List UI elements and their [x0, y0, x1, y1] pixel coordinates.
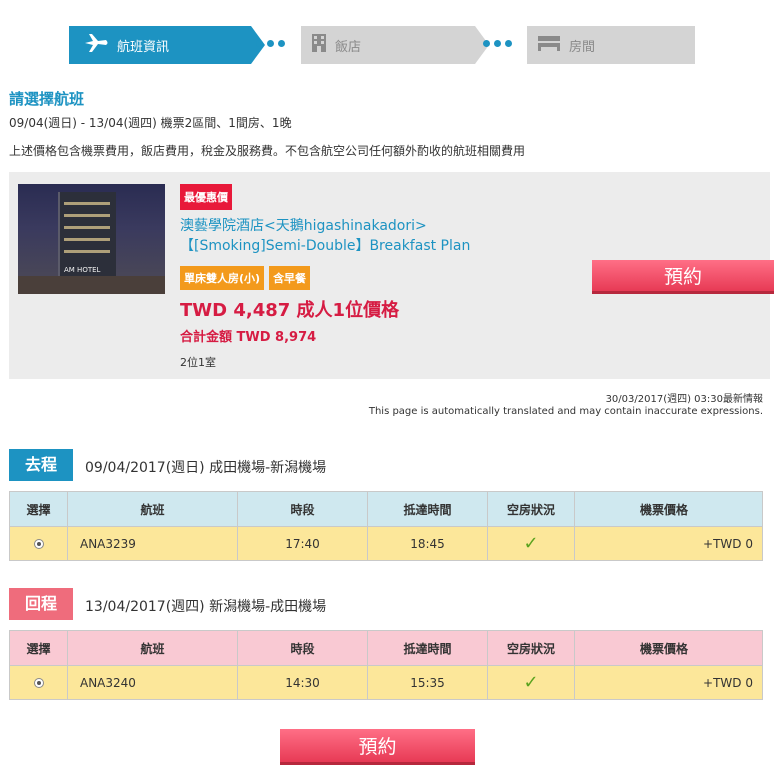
building-icon: [311, 33, 327, 57]
flight-price: +TWD 0: [574, 665, 763, 700]
col-availability: 空房狀況: [487, 630, 575, 666]
col-arrival: 抵達時間: [367, 491, 488, 527]
check-icon: ✓: [523, 672, 539, 693]
col-flight: 航班: [67, 630, 238, 666]
price-per-adult: TWD 4,487 成人1位價格: [180, 300, 400, 321]
book-button-bottom[interactable]: 預約: [280, 729, 475, 765]
return-flight-table: 選擇 航班 時段 抵達時間 空房狀況 機票價格 ANA3240 14:30 15…: [9, 630, 763, 700]
price-notice: 上述價格包含機票費用，飯店費用，稅金及服務費。不包含航空公司任何額外酌收的航班相…: [9, 144, 526, 158]
hotel-photo-sign: AM HOTEL: [64, 266, 101, 274]
room-tags: 單床雙人房(小) 含早餐: [180, 266, 311, 290]
guests-rooms: 2位1室: [180, 356, 216, 369]
last-updated: 30/03/2017(週四) 03:30最新情報: [605, 394, 763, 405]
step-room: 房間: [527, 26, 695, 64]
col-availability: 空房狀況: [487, 491, 575, 527]
step-dots: [483, 40, 512, 47]
availability-cell: ✓: [487, 665, 575, 700]
col-time: 時段: [237, 630, 368, 666]
flight-price: +TWD 0: [574, 526, 763, 561]
step-dots: [256, 40, 285, 47]
select-cell[interactable]: [9, 665, 68, 700]
col-price: 機票價格: [574, 630, 763, 666]
departure-time: 14:30: [237, 665, 368, 700]
hotel-photo: AM HOTEL: [18, 184, 165, 294]
arrival-time: 15:35: [367, 665, 488, 700]
step-flight-info: 航班資訊: [69, 26, 265, 64]
table-header: 選擇 航班 時段 抵達時間 空房狀況 機票價格: [9, 491, 763, 527]
flight-radio[interactable]: [33, 539, 44, 549]
arrival-time: 18:45: [367, 526, 488, 561]
flight-radio[interactable]: [33, 678, 44, 688]
hotel-name-line1[interactable]: 澳藝學院酒店<天鵝higashinakadori>: [180, 216, 600, 236]
outbound-flight-table: 選擇 航班 時段 抵達時間 空房狀況 機票價格 ANA3239 17:40 18…: [9, 491, 763, 561]
bed-icon: [537, 34, 561, 56]
col-arrival: 抵達時間: [367, 630, 488, 666]
col-flight: 航班: [67, 491, 238, 527]
step-indicator: 航班資訊 飯店 房間: [69, 26, 695, 64]
return-info: 13/04/2017(週四) 新潟機場-成田機場: [85, 599, 327, 615]
price-total: 合計金額 TWD 8,974: [180, 330, 317, 345]
airplane-icon: [83, 32, 109, 58]
return-badge: 回程: [9, 588, 73, 620]
col-select: 選擇: [9, 491, 68, 527]
translation-note: This page is automatically translated an…: [368, 406, 763, 417]
availability-cell: ✓: [487, 526, 575, 561]
step-room-label: 房間: [569, 39, 596, 55]
flight-number: ANA3240: [67, 665, 238, 700]
check-icon: ✓: [523, 533, 539, 554]
table-header: 選擇 航班 時段 抵達時間 空房狀況 機票價格: [9, 630, 763, 666]
departure-time: 17:40: [237, 526, 368, 561]
hotel-card: AM HOTEL 最優惠價 澳藝學院酒店<天鵝higashinakadori> …: [9, 172, 774, 379]
room-type-tag: 單床雙人房(小): [180, 266, 265, 290]
select-cell[interactable]: [9, 526, 68, 561]
flight-number: ANA3239: [67, 526, 238, 561]
book-button[interactable]: 預約: [592, 260, 774, 294]
outbound-badge: 去程: [9, 449, 73, 481]
col-time: 時段: [237, 491, 368, 527]
col-price: 機票價格: [574, 491, 763, 527]
outbound-info: 09/04/2017(週日) 成田機場-新潟機場: [85, 460, 327, 476]
step-hotel: 飯店: [301, 26, 489, 64]
col-select: 選擇: [9, 630, 68, 666]
table-row[interactable]: ANA3239 17:40 18:45 ✓ +TWD 0: [9, 526, 763, 561]
table-row[interactable]: ANA3240 14:30 15:35 ✓ +TWD 0: [9, 665, 763, 700]
breakfast-tag: 含早餐: [269, 266, 311, 290]
step-flight-label: 航班資訊: [117, 39, 170, 55]
page-title: 請選擇航班: [9, 90, 85, 108]
best-price-badge: 最優惠價: [180, 184, 232, 210]
hotel-name[interactable]: 澳藝學院酒店<天鵝higashinakadori> 【[Smoking]Semi…: [180, 216, 600, 256]
step-hotel-label: 飯店: [335, 39, 362, 55]
hotel-plan-name[interactable]: 【[Smoking]Semi-Double】Breakfast Plan: [180, 236, 600, 256]
trip-dates: 09/04(週日) - 13/04(週四) 機票2區間、1間房、1晚: [9, 116, 292, 130]
